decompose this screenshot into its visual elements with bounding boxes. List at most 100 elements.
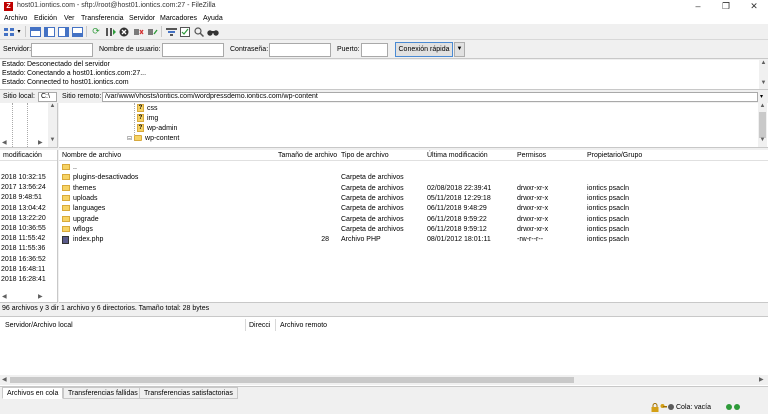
- local-file-row[interactable]: 2018 10:36:55: [0, 224, 57, 234]
- toggle-queue-icon[interactable]: [71, 25, 83, 38]
- scroll-down-icon[interactable]: ▼: [48, 137, 57, 143]
- column-permissions[interactable]: Permisos: [517, 152, 546, 159]
- cancel-operation-icon[interactable]: [118, 25, 130, 38]
- file-row[interactable]: upgrade Carpeta de archivos 06/11/2018 9:5…: [59, 215, 759, 225]
- queue-column-local[interactable]: Servidor/Archivo local: [5, 322, 73, 329]
- file-row[interactable]: uploads Carpeta de archivos 05/11/2018 12:…: [59, 194, 759, 204]
- disconnect-icon[interactable]: [132, 25, 144, 38]
- process-queue-icon[interactable]: [104, 25, 116, 38]
- toggle-filters-icon[interactable]: [179, 25, 191, 38]
- file-row[interactable]: languages Carpeta de archivos 06/11/2018 9…: [59, 204, 759, 214]
- menu-archivo[interactable]: Archivo: [4, 15, 27, 22]
- scroll-up-icon[interactable]: ▲: [48, 103, 57, 109]
- local-file-row[interactable]: 2018 13:04:42: [0, 204, 57, 214]
- file-row[interactable]: wflogs Carpeta de archivos 06/11/2018 9:59…: [59, 225, 759, 235]
- search-icon[interactable]: [193, 25, 205, 38]
- scroll-up-icon[interactable]: ▲: [759, 60, 768, 66]
- minimize-button[interactable]: –: [684, 0, 712, 13]
- compare-directories-icon[interactable]: [207, 25, 219, 38]
- menu-marcadores[interactable]: Marcadores: [160, 15, 197, 22]
- log-scrollbar[interactable]: ▲ ▼: [759, 60, 768, 89]
- queue-column-direction[interactable]: Direcci: [249, 322, 270, 329]
- local-file-row[interactable]: 2018 11:55:36: [0, 244, 57, 254]
- port-input[interactable]: [361, 43, 388, 57]
- local-tree-scrollbar[interactable]: ▲ ▼: [48, 103, 57, 147]
- column-filesize[interactable]: Tamaño de archivo: [278, 152, 337, 159]
- local-directory-tree[interactable]: ▲ ▼ ◀ ▶: [0, 103, 58, 148]
- file-row[interactable]: themes Carpeta de archivos 02/08/2018 22:3…: [59, 184, 759, 194]
- queue-horizontal-scrollbar[interactable]: ◀ ▶: [0, 375, 768, 385]
- toggle-local-tree-icon[interactable]: [43, 25, 55, 38]
- local-file-list[interactable]: modificación 2018 10:32:15 2017 13:56:24 2…: [0, 150, 58, 302]
- refresh-icon[interactable]: ⟳: [90, 25, 102, 38]
- scroll-thumb[interactable]: [759, 112, 766, 138]
- remote-path-input[interactable]: /var/www/vhosts/iontics.com/wordpressdem…: [102, 92, 758, 102]
- local-file-row[interactable]: 2018 16:28:41: [0, 275, 57, 285]
- quickconnect-button[interactable]: Conexión rápida: [395, 42, 453, 57]
- column-lastmodified[interactable]: Última modificación: [427, 152, 488, 159]
- scroll-right-icon[interactable]: ▶: [38, 293, 43, 300]
- tab-successful-transfers[interactable]: Transferencias satisfactorias: [139, 387, 238, 399]
- file-owner: iontics psacln: [587, 225, 630, 233]
- scroll-thumb[interactable]: [10, 377, 574, 383]
- tree-item-selected[interactable]: ⊟ wp-content: [127, 133, 179, 143]
- site-manager-icon[interactable]: [3, 25, 15, 38]
- remote-tree-scrollbar[interactable]: ▲ ▼: [758, 103, 767, 147]
- scroll-left-icon[interactable]: ◀: [2, 376, 7, 383]
- column-filename[interactable]: Nombre de archivo: [62, 152, 121, 159]
- local-file-row[interactable]: 2018 9:48:51: [0, 193, 57, 203]
- toggle-remote-tree-icon[interactable]: [57, 25, 69, 38]
- queue-column-remote[interactable]: Archivo remoto: [280, 322, 327, 329]
- scroll-right-icon[interactable]: ▶: [38, 139, 43, 146]
- password-input[interactable]: [269, 43, 331, 57]
- local-file-row[interactable]: 2018 16:36:52: [0, 255, 57, 265]
- menu-transferencia[interactable]: Transferencia: [81, 15, 124, 22]
- tab-failed-transfers[interactable]: Transferencias fallidas: [63, 387, 143, 399]
- local-file-modified: 2018 13:04:42: [1, 204, 46, 212]
- scroll-up-icon[interactable]: ▲: [758, 103, 767, 109]
- toolbar: ▾ ⟳: [0, 24, 768, 40]
- message-log: Estado:Desconectado del servidor Estado:…: [0, 60, 768, 90]
- scroll-down-icon[interactable]: ▼: [759, 80, 768, 86]
- scroll-down-icon[interactable]: ▼: [758, 137, 767, 143]
- local-file-row[interactable]: 2017 13:56:24: [0, 183, 57, 193]
- menu-ver[interactable]: Ver: [64, 15, 75, 22]
- remote-path-dropdown-icon[interactable]: ▾: [760, 93, 763, 100]
- local-file-row[interactable]: 2018 13:22:20: [0, 214, 57, 224]
- tree-guide: [12, 103, 13, 147]
- local-file-row[interactable]: 2018 16:48:11: [0, 265, 57, 275]
- file-row[interactable]: ..: [59, 163, 759, 173]
- file-name: upgrade: [73, 215, 99, 223]
- scroll-left-icon[interactable]: ◀: [2, 139, 7, 146]
- column-owner[interactable]: Propietario/Grupo: [587, 152, 642, 159]
- column-modified[interactable]: modificación: [3, 152, 42, 159]
- collapse-icon[interactable]: ⊟: [127, 135, 132, 142]
- quickconnect-dropdown-icon[interactable]: ▼: [454, 42, 465, 57]
- file-row[interactable]: index.php 28 Archivo PHP 08/01/2012 18:01:1…: [59, 235, 759, 245]
- maximize-button[interactable]: ❐: [712, 0, 740, 13]
- menu-servidor[interactable]: Servidor: [129, 15, 155, 22]
- scroll-left-icon[interactable]: ◀: [2, 293, 7, 300]
- tree-item[interactable]: ? wp-admin: [137, 123, 177, 133]
- server-input[interactable]: [31, 43, 93, 57]
- toggle-log-icon[interactable]: [29, 25, 41, 38]
- filter-icon[interactable]: [165, 25, 177, 38]
- local-path-input[interactable]: C:\: [38, 92, 57, 102]
- file-row[interactable]: plugins-desactivados Carpeta de archivos: [59, 173, 759, 183]
- local-file-modified: 2018 11:55:42: [1, 235, 46, 243]
- reconnect-icon[interactable]: [146, 25, 158, 38]
- menu-ayuda[interactable]: Ayuda: [203, 15, 223, 22]
- menu-edicion[interactable]: Edición: [34, 15, 57, 22]
- remote-site-bar: Sitio remoto: /var/www/vhosts/iontics.co…: [59, 91, 768, 103]
- site-manager-dropdown-icon[interactable]: ▾: [15, 25, 23, 38]
- port-label: Puerto:: [337, 46, 360, 53]
- username-input[interactable]: [162, 43, 224, 57]
- tree-item[interactable]: ? css: [137, 103, 158, 113]
- local-file-row[interactable]: 2018 11:55:42: [0, 234, 57, 244]
- scroll-right-icon[interactable]: ▶: [759, 376, 764, 383]
- tree-item[interactable]: ? img: [137, 113, 158, 123]
- local-file-row[interactable]: 2018 10:32:15: [0, 173, 57, 183]
- close-window-button[interactable]: ✕: [740, 0, 768, 13]
- tab-queued-files[interactable]: Archivos en cola: [2, 387, 64, 399]
- column-filetype[interactable]: Tipo de archivo: [341, 152, 389, 159]
